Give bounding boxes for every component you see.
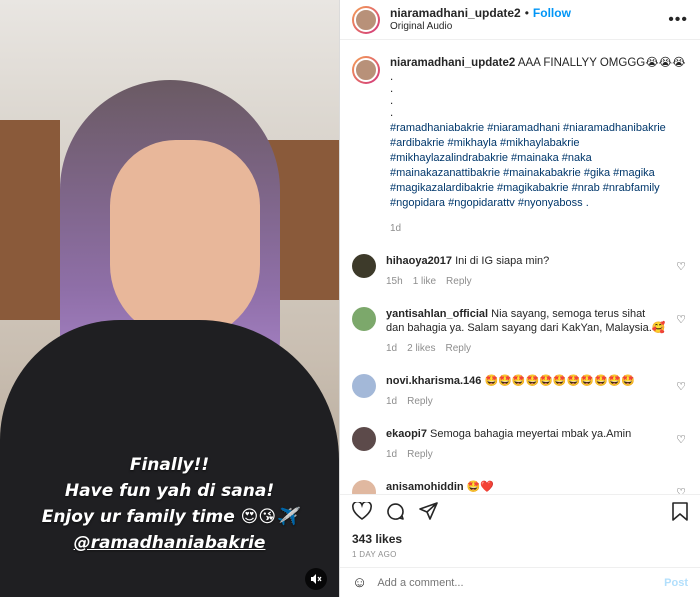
commenter-username[interactable]: hihaoya2017 [386, 255, 452, 267]
caption-text: AAA FINALLYY OMGGG😭😭😭 [517, 57, 686, 69]
instagram-post-modal: Finally!! Have fun yah di sana! Enjoy ur… [0, 0, 700, 597]
heart-icon[interactable]: ♡ [676, 313, 686, 326]
commenter-username[interactable]: novi.kharisma.146 [386, 375, 481, 387]
share-icon[interactable] [419, 501, 438, 524]
comment-likes[interactable]: 1 like [413, 275, 436, 289]
heart-icon[interactable]: ♡ [676, 260, 686, 273]
heart-icon[interactable]: ♡ [676, 433, 686, 446]
speaker-muted-icon-svg [311, 574, 322, 584]
caption-hashtags[interactable]: #ramadhaniabakrie #niaramadhani #niarama… [390, 121, 688, 211]
post-caption: niaramadhani_update2 AAA FINALLYY OMGGG😭… [352, 56, 688, 236]
comment-icon[interactable] [386, 502, 405, 524]
reply-button[interactable]: Reply [407, 395, 433, 409]
comment-likes[interactable]: 2 likes [407, 342, 435, 356]
commenter-avatar[interactable] [352, 427, 376, 451]
video-player[interactable]: Finally!! Have fun yah di sana! Enjoy ur… [0, 0, 339, 597]
comment-age: 1d [386, 396, 398, 407]
author-avatar[interactable] [352, 56, 380, 84]
commenter-avatar[interactable] [352, 307, 376, 331]
overlay-mention: @ramadhaniabakrie [73, 533, 266, 553]
comment-item: novi.kharisma.146 🤩🤩🤩🤩🤩🤩🤩🤩🤩🤩🤩 1d Reply ♡ [352, 374, 688, 409]
emoji-icon[interactable]: ☺ [352, 574, 367, 591]
commenter-avatar[interactable] [352, 254, 376, 278]
author-avatar[interactable] [352, 5, 380, 34]
reply-button[interactable]: Reply [446, 275, 472, 289]
person-face [110, 140, 260, 340]
more-options-icon[interactable]: ••• [668, 11, 688, 29]
commenter-avatar[interactable] [352, 480, 376, 494]
heart-icon[interactable]: ♡ [676, 486, 686, 494]
author-username[interactable]: niaramadhani_update2 [390, 6, 521, 20]
reply-button[interactable]: Reply [445, 342, 471, 356]
comment-age: 1d [386, 449, 398, 460]
post-side-panel: niaramadhani_update2 • Follow Original A… [339, 0, 700, 597]
post-header: niaramadhani_update2 • Follow Original A… [340, 0, 700, 40]
comment-item: yantisahlan_official Nia sayang, semoga … [352, 307, 688, 356]
overlay-line: Enjoy ur family time 😍😘✈️ [41, 507, 298, 527]
comment-text: Semoga bahagia meyertai mbak ya.Amin [430, 428, 632, 440]
caption-body: niaramadhani_update2 AAA FINALLYY OMGGG😭… [390, 56, 688, 236]
likes-count[interactable]: 343 likes [340, 530, 700, 546]
caption-dots: . . . . [390, 71, 394, 119]
commenter-avatar[interactable] [352, 374, 376, 398]
comment-age: 1d [386, 343, 398, 354]
comment-item: ekaopi7 Semoga bahagia meyertai mbak ya.… [352, 427, 688, 462]
heart-icon[interactable] [352, 500, 372, 523]
comment-item: hihaoya2017 Ini di IG siapa min? 15h 1 l… [352, 254, 688, 289]
post-comment-button[interactable]: Post [664, 577, 688, 589]
post-age: 1 DAY AGO [352, 550, 397, 559]
commenter-username[interactable]: ekaopi7 [386, 428, 427, 440]
caption-username[interactable]: niaramadhani_update2 [390, 57, 515, 69]
speaker-muted-icon[interactable] [305, 568, 327, 590]
audio-label[interactable]: Original Audio [390, 20, 571, 34]
commenter-username[interactable]: anisamohiddin [386, 481, 464, 493]
commenter-username[interactable]: yantisahlan_official [386, 308, 488, 320]
comment-text: Ini di IG siapa min? [455, 255, 550, 267]
kitchen-cabinet-left [0, 120, 60, 320]
comment-text: 🤩❤️ [466, 481, 495, 493]
bookmark-icon[interactable] [672, 501, 688, 524]
overlay-line: Have fun yah di sana! [64, 481, 275, 501]
comment-text: 🤩🤩🤩🤩🤩🤩🤩🤩🤩🤩🤩 [484, 375, 636, 387]
video-text-overlay: Finally!! Have fun yah di sana! Enjoy ur… [0, 452, 339, 556]
overlay-line: Finally!! [129, 455, 210, 475]
post-actions-bar [340, 494, 700, 530]
comment-input[interactable] [377, 576, 655, 589]
reply-button[interactable]: Reply [407, 448, 433, 462]
comment-age: 15h [386, 276, 403, 287]
separator-dot: • [524, 5, 529, 20]
add-comment-bar: ☺ Post [340, 567, 700, 597]
heart-icon[interactable]: ♡ [676, 380, 686, 393]
caption-age: 1d [390, 223, 402, 234]
follow-button[interactable]: Follow [533, 6, 571, 20]
comments-scroll-area[interactable]: niaramadhani_update2 AAA FINALLYY OMGGG😭… [340, 40, 700, 494]
author-info: niaramadhani_update2 • Follow Original A… [390, 6, 571, 34]
comment-item: anisamohiddin 🤩❤️ ♡ [352, 480, 688, 494]
